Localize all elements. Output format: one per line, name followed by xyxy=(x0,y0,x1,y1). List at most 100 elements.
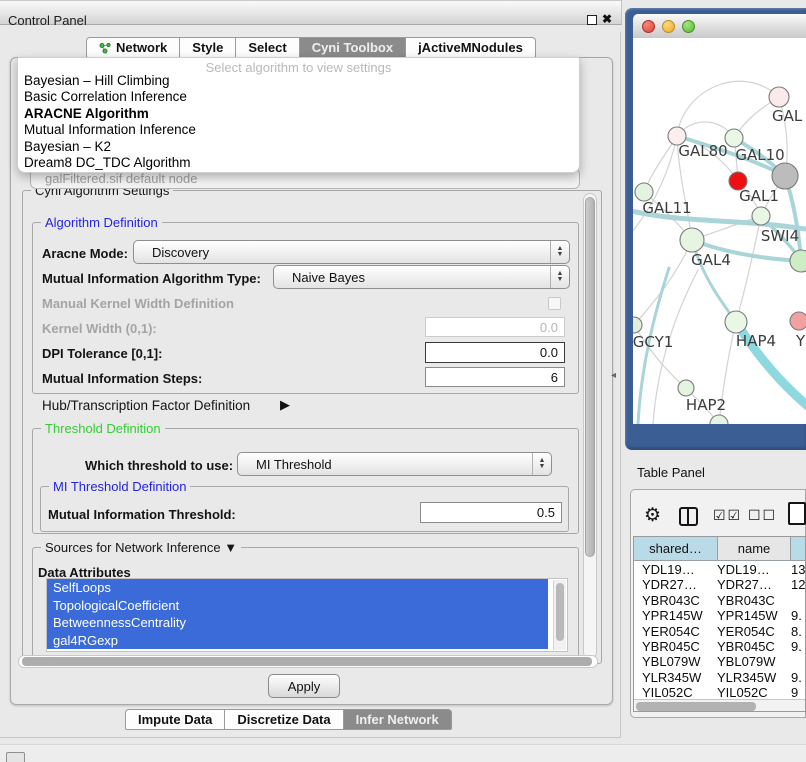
network-node-hap2[interactable] xyxy=(678,380,694,396)
apply-button[interactable]: Apply xyxy=(268,674,340,698)
node-label-gal80: GAL80 xyxy=(678,142,727,160)
tab-cyni-toolbox[interactable]: Cyni Toolbox xyxy=(300,37,406,58)
tab-jactivemnodules[interactable]: jActiveMNodules xyxy=(406,37,536,58)
network-node-gcy1[interactable] xyxy=(633,317,642,333)
checked-boxes-icon[interactable]: ☑☑ xyxy=(713,507,742,524)
network-edge[interactable] xyxy=(644,136,677,192)
tab-style[interactable]: Style xyxy=(180,37,236,58)
table-cell: YLR345W xyxy=(642,670,701,685)
table-row[interactable]: YLR345WYLR345W9. xyxy=(634,670,805,685)
table-cell: YDR27… xyxy=(642,577,697,592)
network-node[interactable] xyxy=(772,163,798,189)
panel-toggle-icon[interactable] xyxy=(6,752,25,762)
table-cell: YBR045C xyxy=(717,639,775,654)
table-row[interactable]: YER054CYER054C8. xyxy=(634,624,805,639)
network-node-y[interactable] xyxy=(790,312,806,330)
network-node-gal10[interactable] xyxy=(725,129,743,147)
split-columns-icon[interactable] xyxy=(679,507,698,526)
node-label-swi4: SWI4 xyxy=(761,227,799,245)
table-row[interactable]: YDR27…YDR27…12 xyxy=(634,577,805,592)
table-row[interactable]: YBL079WYBL079W xyxy=(634,654,805,669)
attribute-item-topologicalcoefficient[interactable]: TopologicalCoefficient xyxy=(47,597,548,615)
table-row[interactable]: YIL052CYIL052C9 xyxy=(634,685,805,699)
tab-network[interactable]: Network xyxy=(86,37,180,58)
manual-kernel-checkbox[interactable] xyxy=(548,297,561,310)
document-icon[interactable] xyxy=(788,502,806,525)
table-cell: YIL052C xyxy=(717,685,768,699)
tab-label: Select xyxy=(248,40,286,55)
tab-select[interactable]: Select xyxy=(236,37,299,58)
algorithm-option-bayesian-k2[interactable]: Bayesian – K2 xyxy=(18,139,579,155)
close-traffic-light-icon[interactable] xyxy=(642,20,655,33)
column-header-a[interactable]: A xyxy=(791,537,806,561)
column-header-shared[interactable]: shared… xyxy=(634,537,718,561)
attributes-scrollbar-thumb[interactable] xyxy=(556,583,564,641)
network-node-hap4[interactable] xyxy=(725,311,747,333)
node-label-y: Y xyxy=(795,332,806,350)
control-panel-titlebar: Control Panel ✖ xyxy=(0,0,622,25)
stepper-arrows-icon: ▲▼ xyxy=(550,266,569,288)
algorithm-option-dream8-dc-tdc-algorithm[interactable]: Dream8 DC_TDC Algorithm xyxy=(18,155,579,171)
attribute-item-selfloops[interactable]: SelfLoops xyxy=(47,579,548,597)
table-row[interactable]: YDL19…YDL19…13 xyxy=(634,562,805,577)
mi-steps-field[interactable]: 6 xyxy=(425,367,565,387)
column-header-name[interactable]: name xyxy=(718,537,791,561)
aracne-mode-combo[interactable]: Discovery ▲▼ xyxy=(133,240,570,264)
collapse-arrow-icon[interactable]: ▼ xyxy=(224,540,237,555)
bottom-tab-infer-network[interactable]: Infer Network xyxy=(344,709,452,730)
network-node-gal4[interactable] xyxy=(680,228,704,252)
which-threshold-combo[interactable]: MI Threshold ▲▼ xyxy=(237,452,552,476)
table-row[interactable]: YBR045CYBR045C9. xyxy=(634,639,805,654)
mi-type-label: Mutual Information Algorithm Type: xyxy=(42,271,261,286)
node-label-gal4: GAL4 xyxy=(691,251,731,269)
algorithm-option-aracne-algorithm[interactable]: ARACNE Algorithm xyxy=(18,106,579,122)
unchecked-boxes-icon[interactable]: ☐☐ xyxy=(748,507,777,524)
bottom-tab-impute-data[interactable]: Impute Data xyxy=(125,709,225,730)
control-panel-title: Control Panel xyxy=(8,13,87,28)
mi-threshold-field[interactable]: 0.5 xyxy=(420,502,562,523)
float-window-icon[interactable] xyxy=(587,15,597,25)
settings-horizontal-scrollbar-thumb[interactable] xyxy=(22,657,592,666)
network-graph[interactable]: GALGAL80GAL10GAL1GAL11SWI4GAL4GCY1HAP4YH… xyxy=(633,38,806,424)
table-row[interactable]: YBR043CYBR043C xyxy=(634,593,805,608)
attribute-item-gal4rgexp[interactable]: gal4RGexp xyxy=(47,632,548,650)
attributes-scrollbar[interactable] xyxy=(553,580,566,650)
zoom-traffic-light-icon[interactable] xyxy=(682,20,695,33)
network-edge[interactable] xyxy=(736,216,761,322)
gear-icon[interactable]: ⚙ xyxy=(644,504,661,527)
network-view-canvas[interactable]: GALGAL80GAL10GAL1GAL11SWI4GAL4GCY1HAP4YH… xyxy=(633,38,806,424)
dpi-tolerance-label: DPI Tolerance [0,1]: xyxy=(42,346,162,361)
table-horizontal-scrollbar-thumb[interactable] xyxy=(636,702,756,711)
table-rows: YDL19…YDL19…13YDR27…YDR27…12YBR043CYBR04… xyxy=(634,562,805,699)
network-node-swi4[interactable] xyxy=(752,207,770,225)
algorithm-option-bayesian-hill-climbing[interactable]: Bayesian – Hill Climbing xyxy=(18,73,579,89)
table-cell: YLR345W xyxy=(717,670,776,685)
sources-legend-text: Sources for Network Inference xyxy=(45,540,221,555)
kernel-width-field[interactable]: 0.0 xyxy=(425,317,565,337)
network-node-gal[interactable] xyxy=(769,87,789,107)
network-node[interactable] xyxy=(790,250,806,272)
table-cell: YBR045C xyxy=(642,639,700,654)
manual-kernel-label: Manual Kernel Width Definition xyxy=(42,296,234,311)
minimize-traffic-light-icon[interactable] xyxy=(662,20,675,33)
close-icon[interactable]: ✖ xyxy=(602,12,612,26)
tab-label: jActiveMNodules xyxy=(418,40,523,55)
mi-type-combo[interactable]: Naive Bayes ▲▼ xyxy=(273,265,570,289)
attribute-item-betweennesscentrality[interactable]: BetweennessCentrality xyxy=(47,614,548,632)
table-horizontal-scrollbar[interactable] xyxy=(634,699,805,712)
dpi-tolerance-field[interactable]: 0.0 xyxy=(425,342,565,363)
mi-threshold-value: 0.5 xyxy=(537,505,555,520)
network-edge[interactable] xyxy=(677,81,779,136)
table-cell: YBR043C xyxy=(717,593,775,608)
algorithm-option-mutual-information-inference[interactable]: Mutual Information Inference xyxy=(18,122,579,138)
table-row[interactable]: YPR145WYPR145W9. xyxy=(634,608,805,623)
algorithm-option-basic-correlation-inference[interactable]: Basic Correlation Inference xyxy=(18,89,579,105)
mi-steps-label: Mutual Information Steps: xyxy=(42,371,202,386)
bottom-tab-discretize-data[interactable]: Discretize Data xyxy=(225,709,343,730)
expand-arrow-icon[interactable]: ▶ xyxy=(280,397,290,413)
settings-vertical-scrollbar-thumb[interactable] xyxy=(585,197,595,557)
sources-legend: Sources for Network Inference ▼ xyxy=(41,540,241,555)
table-cell: 8. xyxy=(791,624,802,639)
network-window-titlebar[interactable] xyxy=(633,14,806,39)
node-label-hap4: HAP4 xyxy=(736,332,776,350)
